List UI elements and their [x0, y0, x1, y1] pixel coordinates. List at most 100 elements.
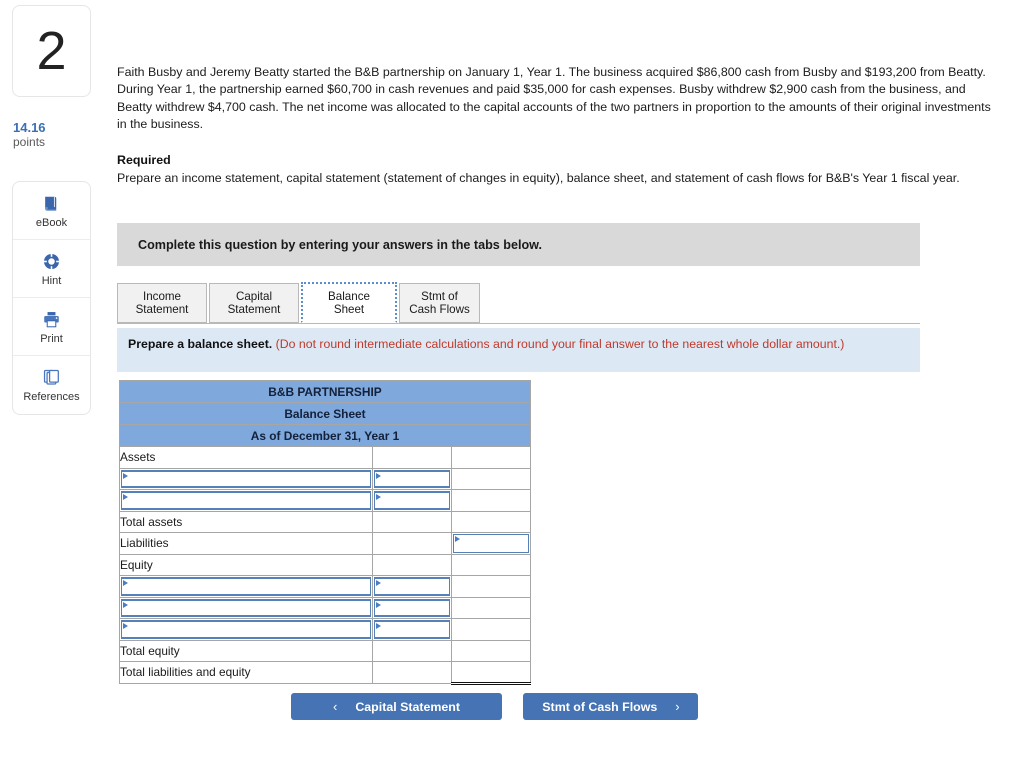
row-label-total-assets: Total assets	[119, 510, 373, 533]
equity-account-2-cell[interactable]	[119, 596, 373, 619]
asset-account-1-input[interactable]	[121, 469, 371, 488]
lifebuoy-icon	[42, 251, 61, 272]
points-block: 14.16 points	[13, 120, 103, 150]
row-assets-amount-col2	[372, 446, 452, 469]
tool-ebook[interactable]: eBook	[13, 182, 90, 240]
liabilities-amount-input[interactable]	[453, 534, 529, 553]
row-label-equity: Equity	[119, 553, 373, 576]
equity-amount-3-input[interactable]	[374, 620, 450, 639]
table-title-row-1: B&B PARTNERSHIP	[119, 380, 531, 403]
dropdown-caret-icon	[376, 623, 381, 629]
tool-print[interactable]: Print	[13, 298, 90, 356]
equity-col3	[451, 553, 531, 576]
tab-income-statement-label: Income Statement	[135, 290, 189, 316]
dropdown-caret-icon	[123, 472, 128, 479]
total-equity-col3	[451, 639, 531, 662]
asset-row-2-col3	[451, 489, 531, 512]
asset-amount-1-cell[interactable]	[372, 467, 452, 490]
table-row	[119, 575, 531, 598]
tool-hint-label: Hint	[41, 274, 62, 287]
required-statement: Prepare an income statement, capital sta…	[117, 171, 960, 185]
instruction-red: (Do not round intermediate calculations …	[275, 337, 845, 351]
tab-capital-statement-label: Capital Statement	[227, 290, 281, 316]
question-number: 2	[36, 21, 67, 81]
equity-row-1-col3	[451, 575, 531, 598]
total-liab-equity-col2	[372, 661, 452, 684]
table-title-row-2: Balance Sheet	[119, 402, 531, 425]
pages-icon	[42, 367, 61, 388]
asset-row-1-col3	[451, 467, 531, 490]
points-label: points	[13, 135, 46, 149]
equity-account-3-input[interactable]	[121, 620, 371, 639]
asset-amount-2-input[interactable]	[374, 491, 450, 510]
equity-row-2-col3	[451, 596, 531, 619]
asset-amount-1-input[interactable]	[374, 469, 450, 488]
tab-stmt-of-cash-flows-label: Stmt of Cash Flows	[409, 290, 470, 316]
asset-account-1-cell[interactable]	[119, 467, 373, 490]
table-row: Liabilities	[119, 532, 531, 555]
equity-amount-2-cell[interactable]	[372, 596, 452, 619]
tool-ebook-label: eBook	[35, 216, 68, 229]
prev-button-label: Capital Statement	[355, 699, 460, 714]
equity-account-3-cell[interactable]	[119, 618, 373, 641]
tool-print-label: Print	[40, 332, 63, 345]
chevron-left-icon: ‹	[333, 699, 338, 714]
required-heading: Required	[117, 153, 171, 167]
points-value: 14.16	[13, 120, 46, 135]
balance-sheet-date: As of December 31, Year 1	[119, 424, 531, 447]
table-row: Total assets	[119, 510, 531, 533]
table-row: Assets	[119, 446, 531, 469]
tool-panel: eBook Hint Print References	[12, 181, 91, 415]
total-equity-col2	[372, 639, 452, 662]
balance-sheet-statement-name: Balance Sheet	[119, 402, 531, 425]
book-icon	[42, 193, 61, 214]
instruction-banner: Prepare a balance sheet. (Do not round i…	[117, 328, 920, 372]
table-title-row-3: As of December 31, Year 1	[119, 424, 531, 447]
equity-amount-1-input[interactable]	[374, 577, 450, 596]
tool-references[interactable]: References	[13, 356, 90, 414]
table-row	[119, 618, 531, 641]
total-assets-col3	[451, 510, 531, 533]
asset-amount-2-cell[interactable]	[372, 489, 452, 512]
equity-account-1-input[interactable]	[121, 577, 371, 596]
balance-sheet-table: B&B PARTNERSHIP Balance Sheet As of Dece…	[119, 380, 531, 685]
tab-navigation-buttons: ‹ Capital Statement Stmt of Cash Flows ›	[291, 693, 699, 720]
asset-account-2-cell[interactable]	[119, 489, 373, 512]
next-stmt-of-cash-flows-button[interactable]: Stmt of Cash Flows ›	[523, 693, 699, 720]
balance-sheet-company-name: B&B PARTNERSHIP	[119, 380, 531, 403]
dropdown-caret-icon	[376, 580, 381, 586]
dropdown-caret-icon	[455, 536, 460, 542]
chevron-right-icon: ›	[675, 699, 680, 714]
dropdown-caret-icon	[376, 601, 381, 608]
next-button-label: Stmt of Cash Flows	[542, 699, 658, 714]
equity-amount-2-input[interactable]	[374, 598, 450, 617]
liabilities-amount-cell[interactable]	[451, 532, 531, 555]
dropdown-caret-icon	[123, 580, 128, 586]
tab-income-statement[interactable]: Income Statement	[117, 283, 207, 323]
total-assets-col2	[372, 510, 452, 533]
complete-question-bar: Complete this question by entering your …	[117, 223, 920, 266]
table-row: Total liabilities and equity	[119, 661, 531, 685]
tab-capital-statement[interactable]: Capital Statement	[209, 283, 299, 323]
table-row	[119, 596, 531, 619]
dropdown-caret-icon	[123, 601, 128, 608]
tab-stmt-of-cash-flows[interactable]: Stmt of Cash Flows	[399, 283, 480, 323]
tool-references-label: References	[23, 391, 80, 403]
equity-account-1-cell[interactable]	[119, 575, 373, 598]
table-row: Total equity	[119, 639, 531, 662]
dropdown-caret-icon	[376, 494, 381, 500]
dropdown-caret-icon	[123, 623, 128, 629]
equity-amount-1-cell[interactable]	[372, 575, 452, 598]
row-label-liabilities: Liabilities	[119, 532, 373, 555]
tab-balance-sheet[interactable]: Balance Sheet	[301, 282, 397, 323]
asset-account-2-input[interactable]	[121, 491, 371, 510]
left-rail: 2 14.16 points eBook Hint Print Referenc…	[0, 0, 110, 781]
table-row	[119, 489, 531, 512]
dropdown-caret-icon	[123, 494, 128, 500]
tool-hint[interactable]: Hint	[13, 240, 90, 298]
row-label-total-liabilities-and-equity: Total liabilities and equity	[119, 661, 373, 684]
question-number-box: 2	[12, 5, 91, 97]
equity-amount-3-cell[interactable]	[372, 618, 452, 641]
prev-capital-statement-button[interactable]: ‹ Capital Statement	[291, 693, 502, 720]
equity-account-2-input[interactable]	[121, 598, 371, 617]
